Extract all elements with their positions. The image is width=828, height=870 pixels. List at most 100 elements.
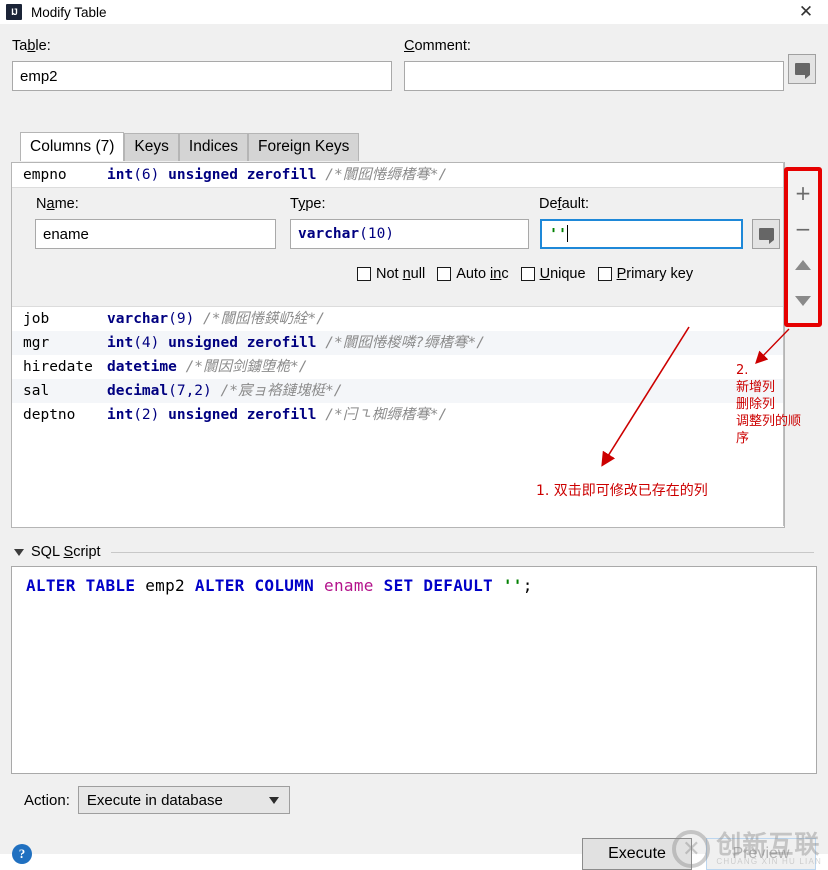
comment-label: Comment: — [404, 38, 471, 54]
checkbox-unique[interactable]: Unique — [520, 266, 586, 282]
checkbox-auto-inc[interactable]: Auto inc — [437, 266, 509, 282]
triangle-down-icon — [795, 296, 811, 306]
table-row[interactable]: sal decimal(7,2) /*宸ョ袼鏈塊梃*/ — [12, 379, 784, 403]
action-select[interactable]: Execute in database — [77, 786, 290, 814]
top-fields-row: Table: Comment: — [12, 38, 816, 91]
column-name: empno — [23, 167, 67, 183]
checkbox-label: Primary key — [616, 266, 694, 282]
table-row[interactable]: hiredate datetime /*闤因剑鐪堕桅*/ — [12, 355, 784, 379]
column-type: decimal — [107, 383, 169, 399]
table-row[interactable]: job varchar(9) /*闤囮惓鍈屷絟*/ — [12, 307, 784, 331]
tab-foreign-keys[interactable]: Foreign Keys — [248, 133, 360, 161]
column-comment: /*闤囮惓椶噒?缛榰弿*/ — [325, 335, 485, 351]
tab-keys[interactable]: Keys — [124, 133, 179, 161]
checkbox-box — [520, 267, 535, 281]
memo-icon — [794, 63, 810, 79]
chevron-down-icon — [268, 797, 279, 804]
sql-script-editor[interactable]: ALTER TABLE emp2 ALTER COLUMN ename SET … — [11, 566, 817, 774]
column-name: job — [23, 311, 50, 327]
column-comment: /*闤囮惓鍈屷絟*/ — [203, 311, 325, 327]
close-icon[interactable]: ✕ — [784, 0, 828, 24]
sql-script-title: SQL Script — [31, 544, 101, 560]
column-type-keyword: varchar — [298, 226, 360, 242]
column-comment: /*闤囮惓缛榰弿*/ — [325, 167, 448, 183]
name-label: Name: — [36, 196, 79, 212]
column-inline-editor: Name: Type: Default: varchar(10) '' Not … — [12, 187, 784, 307]
column-name: mgr — [23, 335, 50, 351]
sql-token: ALTER — [26, 576, 76, 595]
column-type: int — [107, 335, 134, 351]
move-column-down-button[interactable] — [790, 288, 816, 314]
column-type-suffix: unsigned zerofill — [159, 335, 317, 351]
column-default-input[interactable]: '' — [540, 219, 743, 249]
column-type-args: (4) — [133, 335, 160, 351]
sql-space — [135, 576, 145, 595]
triangle-up-icon — [795, 260, 811, 270]
column-name: sal — [23, 383, 50, 399]
comment-memo-button[interactable] — [788, 54, 816, 84]
table-field-group: Table: — [12, 38, 392, 91]
column-name: hiredate — [23, 359, 93, 375]
sql-space — [374, 576, 384, 595]
column-type-args: (6) — [133, 167, 160, 183]
annotation-one: 1. 双击即可修改已存在的列 — [536, 483, 708, 499]
comment-input[interactable] — [404, 61, 784, 91]
remove-column-button[interactable]: − — [790, 216, 816, 242]
add-column-button[interactable]: + — [790, 180, 816, 206]
sql-token: ename — [324, 576, 374, 595]
sql-token: COLUMN — [254, 576, 315, 595]
table-row[interactable]: empno int(6) unsigned zerofill /*闤囮惓缛榰弿*/ — [12, 163, 784, 187]
sql-token: SET — [383, 576, 414, 595]
column-type-arguments: (10) — [359, 226, 395, 242]
table-label: Table: — [12, 38, 51, 54]
execute-button[interactable]: Execute — [582, 838, 692, 870]
column-type-args: (2) — [133, 407, 160, 423]
help-button[interactable]: ? — [12, 844, 32, 864]
move-column-up-button[interactable] — [790, 252, 816, 278]
checkbox-box — [597, 267, 612, 281]
column-name: deptno — [23, 407, 76, 423]
dialog-buttons: Execute Preview — [568, 838, 816, 870]
action-label: Action: — [24, 791, 70, 809]
window-title-bar: IJ Modify Table ✕ — [0, 0, 828, 24]
sql-token: '' — [502, 576, 523, 595]
column-type: int — [107, 407, 134, 423]
sql-token: ALTER — [194, 576, 245, 595]
sql-token: DEFAULT — [423, 576, 493, 595]
table-row[interactable]: mgr int(4) unsigned zerofill /*闤囮惓椶噒?缛榰弿*… — [12, 331, 784, 355]
column-type-suffix: unsigned zerofill — [159, 407, 317, 423]
sql-script-header[interactable]: SQL Script — [14, 544, 814, 560]
caret-down-icon[interactable] — [14, 548, 24, 556]
tab-indices[interactable]: Indices — [178, 133, 249, 161]
comment-field-group: Comment: — [404, 38, 816, 91]
column-name-input[interactable] — [35, 219, 276, 249]
column-type-args: (7,2) — [168, 383, 212, 399]
checkbox-box — [357, 267, 371, 281]
memo-icon — [758, 228, 774, 244]
columns-list-panel[interactable]: empno int(6) unsigned zerofill /*闤囮惓缛榰弿*/… — [11, 162, 785, 528]
column-flags-row: Not null Auto inc Unique Primary key — [357, 266, 693, 282]
sql-space — [76, 576, 86, 595]
annotation-two: 2. 新增列 删除列 调整列的顺序 — [736, 363, 802, 446]
app-logo-icon: IJ — [6, 4, 22, 20]
default-memo-button[interactable] — [752, 219, 780, 249]
sql-space — [314, 576, 324, 595]
type-label: Type: — [290, 196, 326, 212]
sql-token: TABLE — [85, 576, 136, 595]
checkbox-primary-key[interactable]: Primary key — [597, 266, 694, 282]
sql-space — [245, 576, 255, 595]
column-type-suffix: unsigned zerofill — [159, 167, 317, 183]
checkbox-box — [437, 267, 452, 281]
tab-columns[interactable]: Columns (7) — [20, 132, 125, 161]
table-row[interactable]: deptno int(2) unsigned zerofill /*闩㇍椥缛榰弿*… — [12, 403, 784, 427]
sql-space — [413, 576, 423, 595]
columns-toolbar: + − — [784, 167, 822, 327]
window-title: Modify Table — [31, 4, 107, 20]
table-name-input[interactable] — [12, 61, 392, 91]
column-comment: /*宸ョ袼鏈塊梃*/ — [220, 383, 343, 399]
column-type-args: (9) — [168, 311, 195, 327]
checkbox-not-null[interactable]: Not null — [357, 266, 425, 282]
column-type-input[interactable]: varchar(10) — [290, 219, 529, 249]
column-default-value: '' — [549, 225, 568, 243]
checkbox-label: Auto inc — [456, 266, 509, 282]
